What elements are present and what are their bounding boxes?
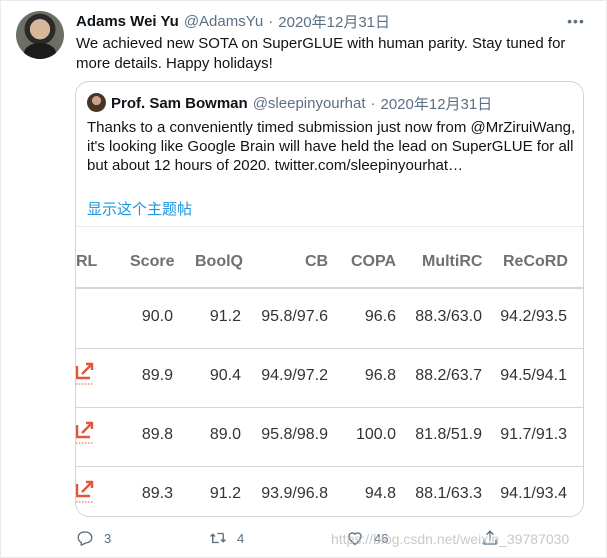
author-name[interactable]: Adams Wei Yu <box>76 13 179 30</box>
author-avatar[interactable] <box>16 11 64 59</box>
quoted-header: Prof. Sam Bowman @sleepinyourhat · 2020年… <box>111 93 492 113</box>
table-cell-score: 89.8 <box>141 426 173 443</box>
table-cell-boolq: 91.2 <box>209 308 241 325</box>
column-header-cb: CB <box>305 253 329 270</box>
quoted-date: 2020年12月31日 <box>380 95 493 113</box>
table-cell-boolq: 90.4 <box>209 367 241 384</box>
column-header-copa: COPA <box>351 253 397 270</box>
row-divider <box>76 466 583 467</box>
reply-icon <box>77 531 93 546</box>
separator-dot: · <box>268 12 274 30</box>
quoted-author-avatar <box>87 93 106 112</box>
show-thread-link[interactable]: 显示这个主题帖 <box>87 198 192 219</box>
table-cell-copa: 96.6 <box>364 308 396 325</box>
watermark: https://blog.csdn.net/weixin_39787030 <box>331 531 570 547</box>
row-divider <box>76 348 583 349</box>
separator-dot: · <box>370 94 376 112</box>
table-cell-score: 89.3 <box>141 485 173 502</box>
table-cell-copa: 94.8 <box>364 485 396 502</box>
table-cell-cb: 93.9/96.8 <box>261 485 328 502</box>
reply-button[interactable]: 3 <box>76 527 111 549</box>
tweet-header: Adams Wei Yu @AdamsYu · 2020年12月31日 ••• <box>76 11 596 31</box>
column-header-multirc: MultiRC <box>422 253 483 270</box>
table-cell-cb: 94.9/97.2 <box>261 367 328 384</box>
table-cell-copa: 96.8 <box>364 367 396 384</box>
retweet-button[interactable]: 4 <box>209 527 244 549</box>
table-cell-boolq: 89.0 <box>209 426 241 443</box>
external-link-icon[interactable] <box>76 421 96 447</box>
retweet-count: 4 <box>237 530 245 546</box>
column-header-rl: RL <box>76 253 98 270</box>
row-divider <box>76 407 583 408</box>
table-cell-copa: 100.0 <box>355 426 396 443</box>
table-cell-multirc: 81.8/51.9 <box>415 426 482 443</box>
table-cell-multirc: 88.2/63.7 <box>415 367 482 384</box>
table-cell-cb: 95.8/98.9 <box>261 426 328 443</box>
table-cell-boolq: 91.2 <box>209 485 241 502</box>
quoted-text: Thanks to a conveniently timed submissio… <box>87 119 576 174</box>
table-cell-multirc: 88.3/63.0 <box>415 308 482 325</box>
column-header-record: ReCoRD <box>503 253 568 270</box>
more-icon[interactable]: ••• <box>566 11 586 31</box>
column-header-score: Score <box>130 253 175 270</box>
table-cell-record: 91.7/91.3 <box>500 426 567 443</box>
reply-count: 3 <box>104 530 112 546</box>
author-handle[interactable]: @AdamsYu <box>184 13 263 30</box>
table-cell-record: 94.5/94.1 <box>500 367 567 384</box>
leaderboard-image[interactable]: RL Score BoolQ CB COPA MultiRC ReCoRD 90… <box>76 226 583 516</box>
table-cell-score: 90.0 <box>141 308 173 325</box>
retweet-icon <box>210 532 226 544</box>
table-cell-record: 94.1/93.4 <box>500 485 567 502</box>
quoted-tweet[interactable]: Prof. Sam Bowman @sleepinyourhat · 2020年… <box>75 81 584 517</box>
table-cell-multirc: 88.1/63.3 <box>415 485 482 502</box>
table-cell-record: 94.2/93.5 <box>500 308 567 325</box>
external-link-icon[interactable] <box>76 480 96 506</box>
tweet-card[interactable]: Adams Wei Yu @AdamsYu · 2020年12月31日 ••• … <box>0 0 607 558</box>
table-cell-score: 89.9 <box>141 367 173 384</box>
tweet-date[interactable]: 2020年12月31日 <box>278 11 390 32</box>
quoted-author-name: Prof. Sam Bowman <box>111 94 248 112</box>
tweet-text: We achieved new SOTA on SuperGLUE with h… <box>76 35 566 72</box>
column-header-boolq: BoolQ <box>195 253 243 270</box>
quoted-author-handle: @sleepinyourhat <box>252 94 366 112</box>
table-cell-cb: 95.8/97.6 <box>261 308 328 325</box>
header-divider <box>76 287 583 289</box>
external-link-icon[interactable] <box>76 362 96 388</box>
